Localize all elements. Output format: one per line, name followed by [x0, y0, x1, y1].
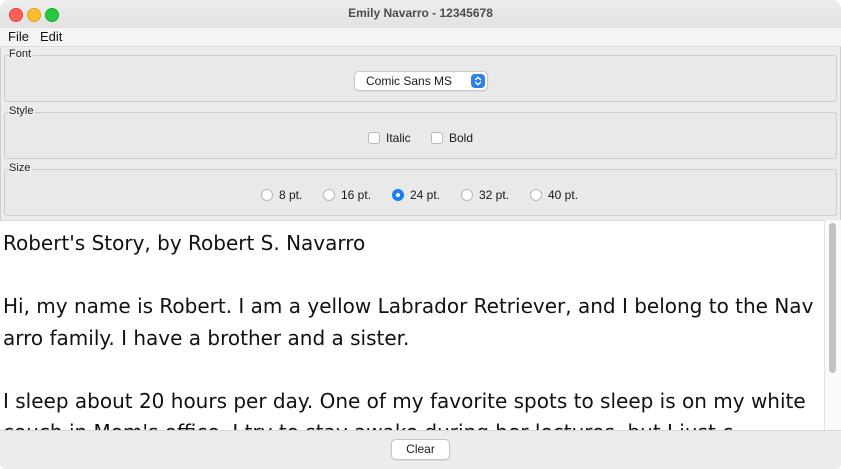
- clear-button[interactable]: Clear: [391, 439, 450, 460]
- size-radio-32-dot[interactable]: [461, 189, 473, 201]
- size-radio-8-label[interactable]: 8 pt.: [279, 188, 302, 202]
- bold-checkbox-box[interactable]: [431, 132, 443, 144]
- size-radio-8-dot[interactable]: [261, 189, 273, 201]
- menu-bar: File Edit: [0, 28, 841, 47]
- size-panel: Size 8 pt. 16 pt. 24 pt. 32 pt. 40 pt.: [4, 162, 837, 216]
- size-radio-40-label[interactable]: 40 pt.: [548, 188, 578, 202]
- italic-checkbox-label[interactable]: Italic: [386, 131, 411, 145]
- size-radio-24-dot[interactable]: [392, 189, 404, 201]
- size-radio-32-label[interactable]: 32 pt.: [479, 188, 509, 202]
- story-text[interactable]: Robert's Story, by Robert S. Navarro Hi,…: [3, 228, 820, 431]
- size-radio-16-label[interactable]: 16 pt.: [341, 188, 371, 202]
- italic-checkbox-box[interactable]: [368, 132, 380, 144]
- menu-file[interactable]: File: [8, 29, 29, 44]
- menu-edit[interactable]: Edit: [40, 29, 62, 44]
- story-text-area[interactable]: Robert's Story, by Robert S. Navarro Hi,…: [0, 220, 824, 431]
- bold-checkbox-label[interactable]: Bold: [449, 131, 473, 145]
- size-radio-24-label[interactable]: 24 pt.: [410, 188, 440, 202]
- size-radio-16-dot[interactable]: [323, 189, 335, 201]
- font-panel: Font Comic Sans MS: [4, 48, 837, 102]
- font-select[interactable]: Comic Sans MS: [354, 71, 488, 91]
- vertical-scrollbar[interactable]: [824, 220, 841, 430]
- app-window: Emily Navarro - 12345678 File Edit Font …: [0, 0, 841, 469]
- bottom-bar: Clear: [0, 430, 841, 469]
- font-panel-label: Font: [9, 48, 34, 60]
- font-select-value: Comic Sans MS: [366, 74, 453, 88]
- size-panel-label: Size: [9, 162, 33, 174]
- title-bar[interactable]: Emily Navarro - 12345678: [0, 0, 841, 29]
- size-radio-40-dot[interactable]: [530, 189, 542, 201]
- style-panel: Style Italic Bold: [4, 105, 837, 159]
- window-title: Emily Navarro - 12345678: [348, 6, 493, 20]
- chevron-up-down-icon: [471, 74, 485, 88]
- style-panel-label: Style: [9, 105, 36, 117]
- scrollbar-thumb[interactable]: [829, 223, 836, 373]
